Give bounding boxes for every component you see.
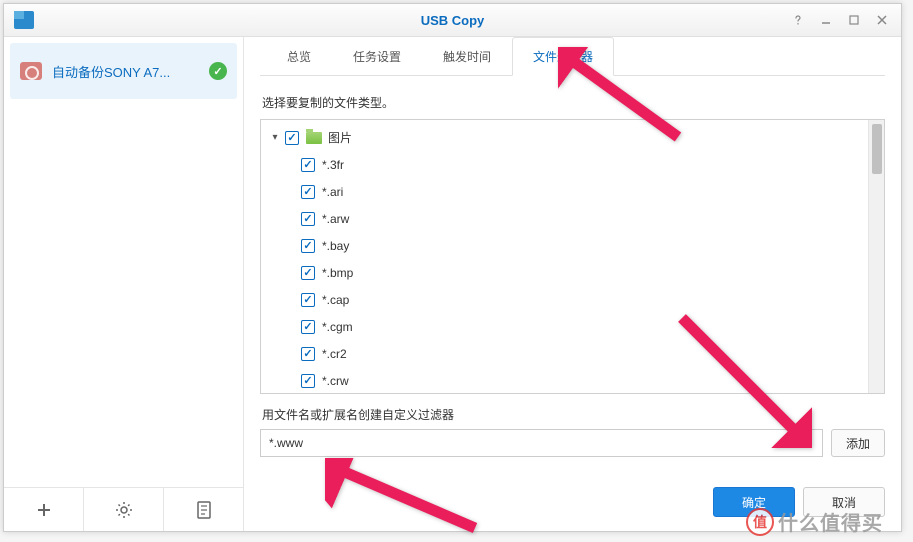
watermark-icon: 值	[746, 508, 774, 536]
help-button[interactable]	[785, 11, 811, 29]
tree-child-row[interactable]: *.crw	[261, 367, 868, 393]
tree-child-row[interactable]: *.bmp	[261, 259, 868, 286]
tree-scroll[interactable]: ▾ 图片 *.3fr *.ari *.arw *.bay *.bmp *.cap *.cgm…	[261, 120, 868, 393]
camera-icon	[20, 62, 42, 80]
body: 自动备份SONY A7... ✓ 总览 任务设置 触发时间 文件过滤器 选择要复…	[4, 37, 901, 531]
sidebar-toolbar	[4, 487, 243, 531]
filetype-tree: ▾ 图片 *.3fr *.ari *.arw *.bay *.bmp *.cap *.cgm…	[260, 119, 885, 394]
checkbox[interactable]	[301, 266, 315, 280]
tab-trigger-time[interactable]: 触发时间	[422, 37, 512, 76]
sidebar-spacer	[4, 105, 243, 487]
sidebar: 自动备份SONY A7... ✓	[4, 37, 244, 531]
tree-label: *.ari	[322, 185, 343, 199]
checkbox[interactable]	[301, 185, 315, 199]
checkbox[interactable]	[301, 293, 315, 307]
tree-label: *.arw	[322, 212, 349, 226]
settings-button[interactable]	[84, 488, 164, 531]
add-task-button[interactable]	[4, 488, 84, 531]
app-icon	[14, 11, 34, 29]
checkbox[interactable]	[301, 158, 315, 172]
collapse-icon[interactable]: ▾	[269, 132, 281, 144]
tree-child-row[interactable]: *.cr2	[261, 340, 868, 367]
app-window: USB Copy 自动备份SONY A7... ✓	[3, 3, 902, 532]
tree-root-row[interactable]: ▾ 图片	[261, 124, 868, 151]
maximize-button[interactable]	[841, 11, 867, 29]
tree-child-row[interactable]: *.cap	[261, 286, 868, 313]
minimize-button[interactable]	[813, 11, 839, 29]
section-label: 选择要复制的文件类型。	[262, 94, 885, 111]
folder-icon	[306, 132, 322, 144]
tree-label: *.3fr	[322, 158, 344, 172]
tree-child-row[interactable]: *.arw	[261, 205, 868, 232]
add-filter-button[interactable]: 添加	[831, 429, 885, 457]
tabs: 总览 任务设置 触发时间 文件过滤器	[260, 37, 885, 76]
tree-child-row[interactable]: *.bay	[261, 232, 868, 259]
status-ok-icon: ✓	[209, 62, 227, 80]
tree-label: *.crw	[322, 374, 349, 388]
checkbox[interactable]	[301, 320, 315, 334]
tree-label: *.cap	[322, 293, 349, 307]
watermark-text: 什么值得买	[778, 507, 883, 536]
tree-child-row[interactable]: *.3fr	[261, 151, 868, 178]
tree-label: *.cgm	[322, 320, 353, 334]
log-button[interactable]	[164, 488, 243, 531]
tab-overview[interactable]: 总览	[266, 37, 332, 76]
tree-child-row[interactable]: *.cgm	[261, 313, 868, 340]
scrollbar[interactable]	[868, 120, 884, 393]
tree-child-row[interactable]: *.ari	[261, 178, 868, 205]
task-item[interactable]: 自动备份SONY A7... ✓	[10, 43, 237, 99]
watermark: 值 什么值得买	[746, 507, 883, 536]
tree-label: *.bay	[322, 239, 349, 253]
tree-root-label: 图片	[328, 129, 352, 146]
titlebar: USB Copy	[4, 4, 901, 37]
custom-filter-input[interactable]	[260, 429, 823, 457]
checkbox[interactable]	[301, 212, 315, 226]
close-button[interactable]	[869, 11, 895, 29]
tree-label: *.cr2	[322, 347, 347, 361]
tab-content: 选择要复制的文件类型。 ▾ 图片 *.3fr *.ari *.arw *.bay *.b…	[244, 76, 901, 479]
window-controls	[785, 11, 895, 29]
task-name: 自动备份SONY A7...	[52, 62, 209, 81]
checkbox[interactable]	[285, 131, 299, 145]
custom-filter-row: 添加	[260, 429, 885, 457]
main-panel: 总览 任务设置 触发时间 文件过滤器 选择要复制的文件类型。 ▾ 图片	[244, 37, 901, 531]
tab-file-filter[interactable]: 文件过滤器	[512, 37, 614, 76]
window-title: USB Copy	[421, 13, 485, 28]
custom-filter-label: 用文件名或扩展名创建自定义过滤器	[262, 406, 885, 423]
tree-label: *.bmp	[322, 266, 353, 280]
checkbox[interactable]	[301, 347, 315, 361]
checkbox[interactable]	[301, 239, 315, 253]
tab-task-settings[interactable]: 任务设置	[332, 37, 422, 76]
checkbox[interactable]	[301, 374, 315, 388]
